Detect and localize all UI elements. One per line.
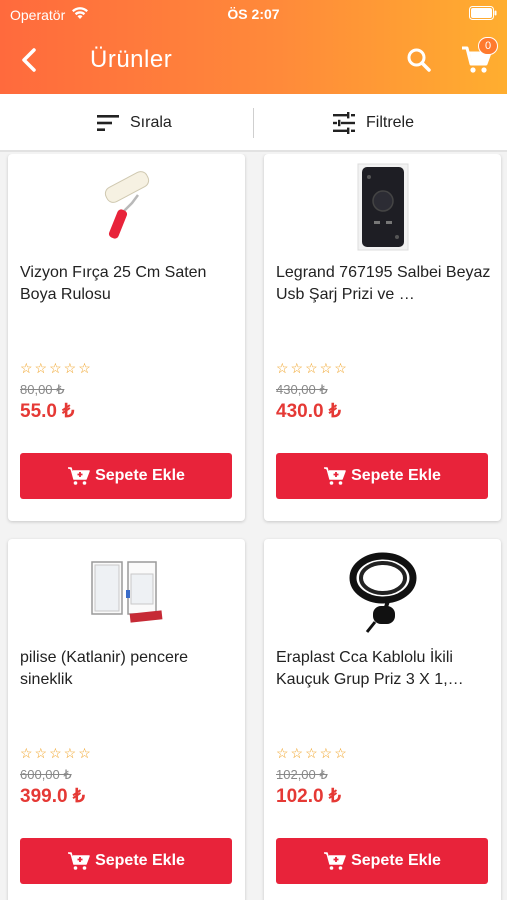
product-name[interactable]: Legrand 767195 Salbei Beyaz Usb Şarj Pri… [276, 262, 491, 306]
price: 399.0 ₺ [20, 786, 85, 807]
add-to-cart-label: Sepete Ekle [351, 467, 441, 484]
rating-stars: ☆☆☆☆☆ [276, 745, 349, 761]
product-image[interactable] [264, 162, 501, 252]
product-card[interactable]: Eraplast Cca Kablolu İkili Kauçuk Grup P… [264, 539, 501, 900]
product-name[interactable]: Eraplast Cca Kablolu İkili Kauçuk Grup P… [276, 647, 491, 691]
add-to-cart-button[interactable]: Sepete Ekle [20, 453, 232, 499]
old-price: 80,00 ₺ [20, 382, 65, 397]
price: 55.0 ₺ [20, 401, 75, 422]
product-image[interactable] [264, 547, 501, 637]
sort-filter-bar: Sırala Filtrele [0, 94, 507, 152]
cart-count-badge: 0 [478, 37, 498, 55]
price: 430.0 ₺ [276, 401, 341, 422]
cart-plus-icon [68, 467, 90, 485]
nav-bar: Ürünler [0, 30, 507, 94]
add-to-cart-label: Sepete Ekle [351, 852, 441, 869]
rating-stars: ☆☆☆☆☆ [20, 360, 93, 376]
cart-plus-icon [324, 467, 346, 485]
search-icon [407, 48, 431, 72]
old-price: 430,00 ₺ [276, 382, 328, 397]
battery-icon [469, 6, 497, 23]
status-time: ÖS 2:07 [227, 6, 280, 22]
extension-cable-image [349, 552, 416, 633]
status-bar: Operatör ÖS 2:07 [0, 0, 507, 30]
old-price: 102,00 ₺ [276, 767, 328, 782]
usb-socket-image [357, 163, 408, 251]
old-price: 600,00 ₺ [20, 767, 72, 782]
product-card[interactable]: pilise (Katlanir) pencere sineklik ☆☆☆☆☆… [8, 539, 245, 900]
product-grid: Vizyon Fırça 25 Cm Saten Boya Rulosu ☆☆☆… [0, 154, 507, 900]
cart-plus-icon [324, 852, 346, 870]
add-to-cart-button[interactable]: Sepete Ekle [276, 838, 488, 884]
search-button[interactable] [405, 46, 433, 74]
back-button[interactable] [14, 44, 46, 76]
filter-label: Filtrele [366, 114, 415, 131]
product-image[interactable] [8, 162, 245, 252]
add-to-cart-button[interactable]: Sepete Ekle [276, 453, 488, 499]
cart-plus-icon [68, 852, 90, 870]
add-to-cart-label: Sepete Ekle [95, 852, 185, 869]
product-card[interactable]: Legrand 767195 Salbei Beyaz Usb Şarj Pri… [264, 154, 501, 521]
tune-filter-icon [333, 112, 355, 134]
sort-icon [97, 115, 119, 131]
page-title: Ürünler [90, 46, 173, 73]
rating-stars: ☆☆☆☆☆ [20, 745, 93, 761]
product-image[interactable] [8, 547, 245, 637]
price: 102.0 ₺ [276, 786, 341, 807]
add-to-cart-button[interactable]: Sepete Ekle [20, 838, 232, 884]
filter-button[interactable]: Filtrele [332, 94, 414, 152]
app-header: Operatör ÖS 2:07 Ürünler 0 [0, 0, 507, 94]
add-to-cart-label: Sepete Ekle [95, 467, 185, 484]
sort-button[interactable]: Sırala [96, 94, 172, 152]
product-name[interactable]: pilise (Katlanir) pencere sineklik [20, 647, 235, 691]
sort-label: Sırala [130, 114, 172, 131]
chevron-left-icon [22, 48, 36, 72]
rating-stars: ☆☆☆☆☆ [276, 360, 349, 376]
paint-roller-image [104, 171, 149, 239]
toolbar-divider [253, 108, 254, 138]
window-screen-image [90, 561, 162, 623]
product-name[interactable]: Vizyon Fırça 25 Cm Saten Boya Rulosu [20, 262, 235, 306]
product-card[interactable]: Vizyon Fırça 25 Cm Saten Boya Rulosu ☆☆☆… [8, 154, 245, 521]
